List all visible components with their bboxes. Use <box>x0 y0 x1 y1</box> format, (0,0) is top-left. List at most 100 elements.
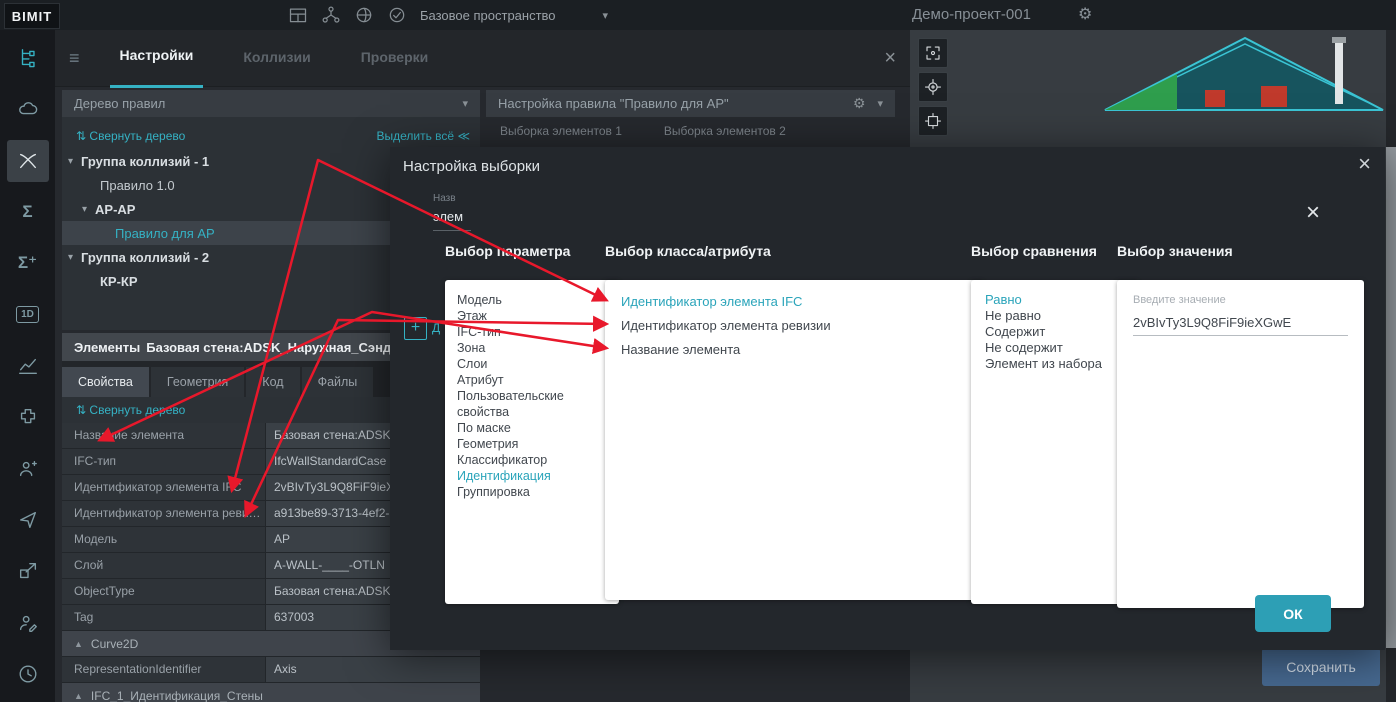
value-panel: Введите значение 2vBIvTy3L9Q8FiF9ieXGwE <box>1117 280 1364 608</box>
section-ifc-identification[interactable]: ▲ IFC_1_Идентификация_Стены <box>62 683 480 702</box>
list-item[interactable]: Геометрия <box>457 436 607 452</box>
list-item[interactable]: Модель <box>457 292 607 308</box>
sidebar-item-plugins[interactable] <box>7 396 49 438</box>
chevron-down-icon: ▾ <box>877 97 883 110</box>
sidebar-item-sum[interactable]: Σ <box>7 191 49 233</box>
collapse-tree-link[interactable]: ⇅ Свернуть дерево <box>76 129 185 143</box>
grid-icon[interactable] <box>288 5 308 25</box>
add-condition-label-fragment: Д <box>432 321 440 335</box>
sidebar-item-user-edit[interactable] <box>7 602 49 644</box>
check-circle-icon[interactable] <box>387 5 407 25</box>
sidebar-item-one-d-view[interactable]: 1D <box>7 294 49 336</box>
scrollbar[interactable] <box>1386 30 1396 702</box>
rule-settings-title: Настройка правила "Правило для АР" <box>498 96 729 111</box>
modal-close-icon[interactable]: × <box>1358 151 1371 177</box>
project-name: Демо-проект-001 <box>912 0 1031 30</box>
chevron-down-icon[interactable]: ▾ <box>82 204 87 215</box>
selection-tab-2[interactable]: Выборка элементов 2 <box>664 124 786 138</box>
list-item[interactable]: По маске <box>457 420 607 436</box>
collapse-arrows-icon: ⇅ <box>76 129 86 143</box>
app-root: BIMIT Базовое пространство ▾ Демо-проект… <box>0 0 1396 702</box>
rule-settings-header[interactable]: Настройка правила "Правило для АР" ⚙ ▾ <box>486 90 895 117</box>
sidebar-item-route-pointer[interactable] <box>7 499 49 541</box>
chevron-down-icon[interactable]: ▾ <box>68 252 73 263</box>
topbar: BIMIT Базовое пространство ▾ Демо-проект… <box>0 0 1396 30</box>
sidebar-item-export-model[interactable] <box>7 550 49 592</box>
tab-code[interactable]: Код <box>246 367 299 397</box>
value-input[interactable]: 2vBIvTy3L9Q8FiF9ieXGwE <box>1133 306 1348 336</box>
list-item-selected[interactable]: Идентификатор элемента IFC <box>621 290 967 314</box>
list-item[interactable]: Не равно <box>985 308 1124 324</box>
rule-tree-header-label: Дерево правил <box>74 96 165 111</box>
model-3d-house <box>1085 30 1385 147</box>
list-item[interactable]: Этаж <box>457 308 607 324</box>
sidebar-item-cloud-sync[interactable] <box>7 88 49 130</box>
add-condition-button[interactable]: + <box>404 317 427 340</box>
property-row[interactable]: RepresentationIdentifier Axis <box>62 657 480 683</box>
list-item-selected[interactable]: Идентификация <box>457 468 607 484</box>
globe-clock-icon[interactable] <box>354 5 374 25</box>
tab-properties[interactable]: Свойства <box>62 367 149 397</box>
attribute-list: Идентификатор элемента IFC Идентификатор… <box>605 280 983 600</box>
picker-close-icon[interactable]: × <box>1306 199 1320 227</box>
close-icon[interactable]: × <box>884 47 896 70</box>
chevron-down-icon[interactable]: ▾ <box>68 156 73 167</box>
section-box-icon[interactable] <box>918 106 948 136</box>
team-icon[interactable] <box>321 5 341 25</box>
elements-title-label: Элементы <box>74 340 140 355</box>
collapse-properties-tree-link[interactable]: ⇅ Свернуть дерево <box>76 403 185 417</box>
selection-name-field[interactable]: Назв элем <box>433 193 473 231</box>
workspace-dropdown[interactable]: Базовое пространство ▾ <box>420 0 608 30</box>
list-item[interactable]: Идентификатор элемента ревизии <box>621 314 967 338</box>
list-item[interactable]: Группировка <box>457 484 607 500</box>
select-all-link[interactable]: Выделить всё ≪ <box>376 129 470 143</box>
app-logo[interactable]: BIMIT <box>4 3 60 29</box>
ok-button[interactable]: ОК <box>1255 595 1331 632</box>
workspace-label: Базовое пространство <box>420 8 556 23</box>
value-input-placeholder: Введите значение <box>1133 294 1348 306</box>
list-item[interactable]: Не содержит <box>985 340 1124 356</box>
focus-target-icon[interactable] <box>918 72 948 102</box>
comparison-column-header: Выбор сравнения <box>971 243 1097 259</box>
list-item[interactable]: Зона <box>457 340 607 356</box>
chevron-up-icon: ▲ <box>74 691 83 701</box>
settings-gear-icon[interactable]: ⚙ <box>1078 4 1092 24</box>
tab-geometry[interactable]: Геометрия <box>151 367 244 397</box>
list-item[interactable]: Пользовательские свойства <box>457 388 607 420</box>
sidebar-item-team-add[interactable] <box>7 448 49 490</box>
chevron-down-icon: ▾ <box>602 9 608 22</box>
select-area-icon[interactable] <box>918 38 948 68</box>
sidebar-item-collisions[interactable] <box>7 140 49 182</box>
collapse-arrows-icon: ⇅ <box>76 403 86 417</box>
list-item[interactable]: Элемент из набора <box>985 356 1124 372</box>
modal-title: Настройка выборки <box>403 158 540 175</box>
elements-title-value: Базовая стена:ADSK_Наружная_Сэнд <box>146 340 391 355</box>
list-item-selected[interactable]: Равно <box>985 292 1124 308</box>
selection-tab-1[interactable]: Выборка элементов 1 <box>500 124 622 138</box>
tab-settings[interactable]: Настройки <box>110 28 204 88</box>
gear-icon[interactable]: ⚙ <box>853 95 866 112</box>
sidebar-item-model-tree[interactable] <box>7 37 49 79</box>
sidebar-item-history-clock[interactable] <box>7 653 49 695</box>
panel-tabbar: ≡ Настройки Коллизии Проверки × <box>55 30 910 87</box>
parameter-list: Модель Этаж IFC-тип Зона Слои Атрибут По… <box>445 280 619 604</box>
chevron-up-icon: ▲ <box>74 639 83 649</box>
rule-tree-header[interactable]: Дерево правил ▾ <box>62 90 480 117</box>
list-item[interactable]: Классификатор <box>457 452 607 468</box>
parameter-column-header: Выбор параметра <box>445 243 570 259</box>
chevron-down-icon: ▾ <box>462 97 468 110</box>
save-button[interactable]: Сохранить <box>1262 648 1380 686</box>
tab-collisions[interactable]: Коллизии <box>233 30 320 87</box>
list-item[interactable]: Название элемента <box>621 338 967 362</box>
list-item[interactable]: Атрибут <box>457 372 607 388</box>
tab-checks[interactable]: Проверки <box>351 30 439 87</box>
scrollbar-thumb[interactable] <box>1386 147 1396 648</box>
sidebar-item-charts[interactable] <box>7 345 49 387</box>
list-item[interactable]: Содержит <box>985 324 1124 340</box>
sidebar-item-sum-plus[interactable]: Σ⁺ <box>7 242 49 284</box>
value-column-header: Выбор значения <box>1117 243 1233 259</box>
tab-files[interactable]: Файлы <box>302 367 374 397</box>
menu-icon[interactable]: ≡ <box>69 48 80 69</box>
list-item[interactable]: Слои <box>457 356 607 372</box>
list-item[interactable]: IFC-тип <box>457 324 607 340</box>
